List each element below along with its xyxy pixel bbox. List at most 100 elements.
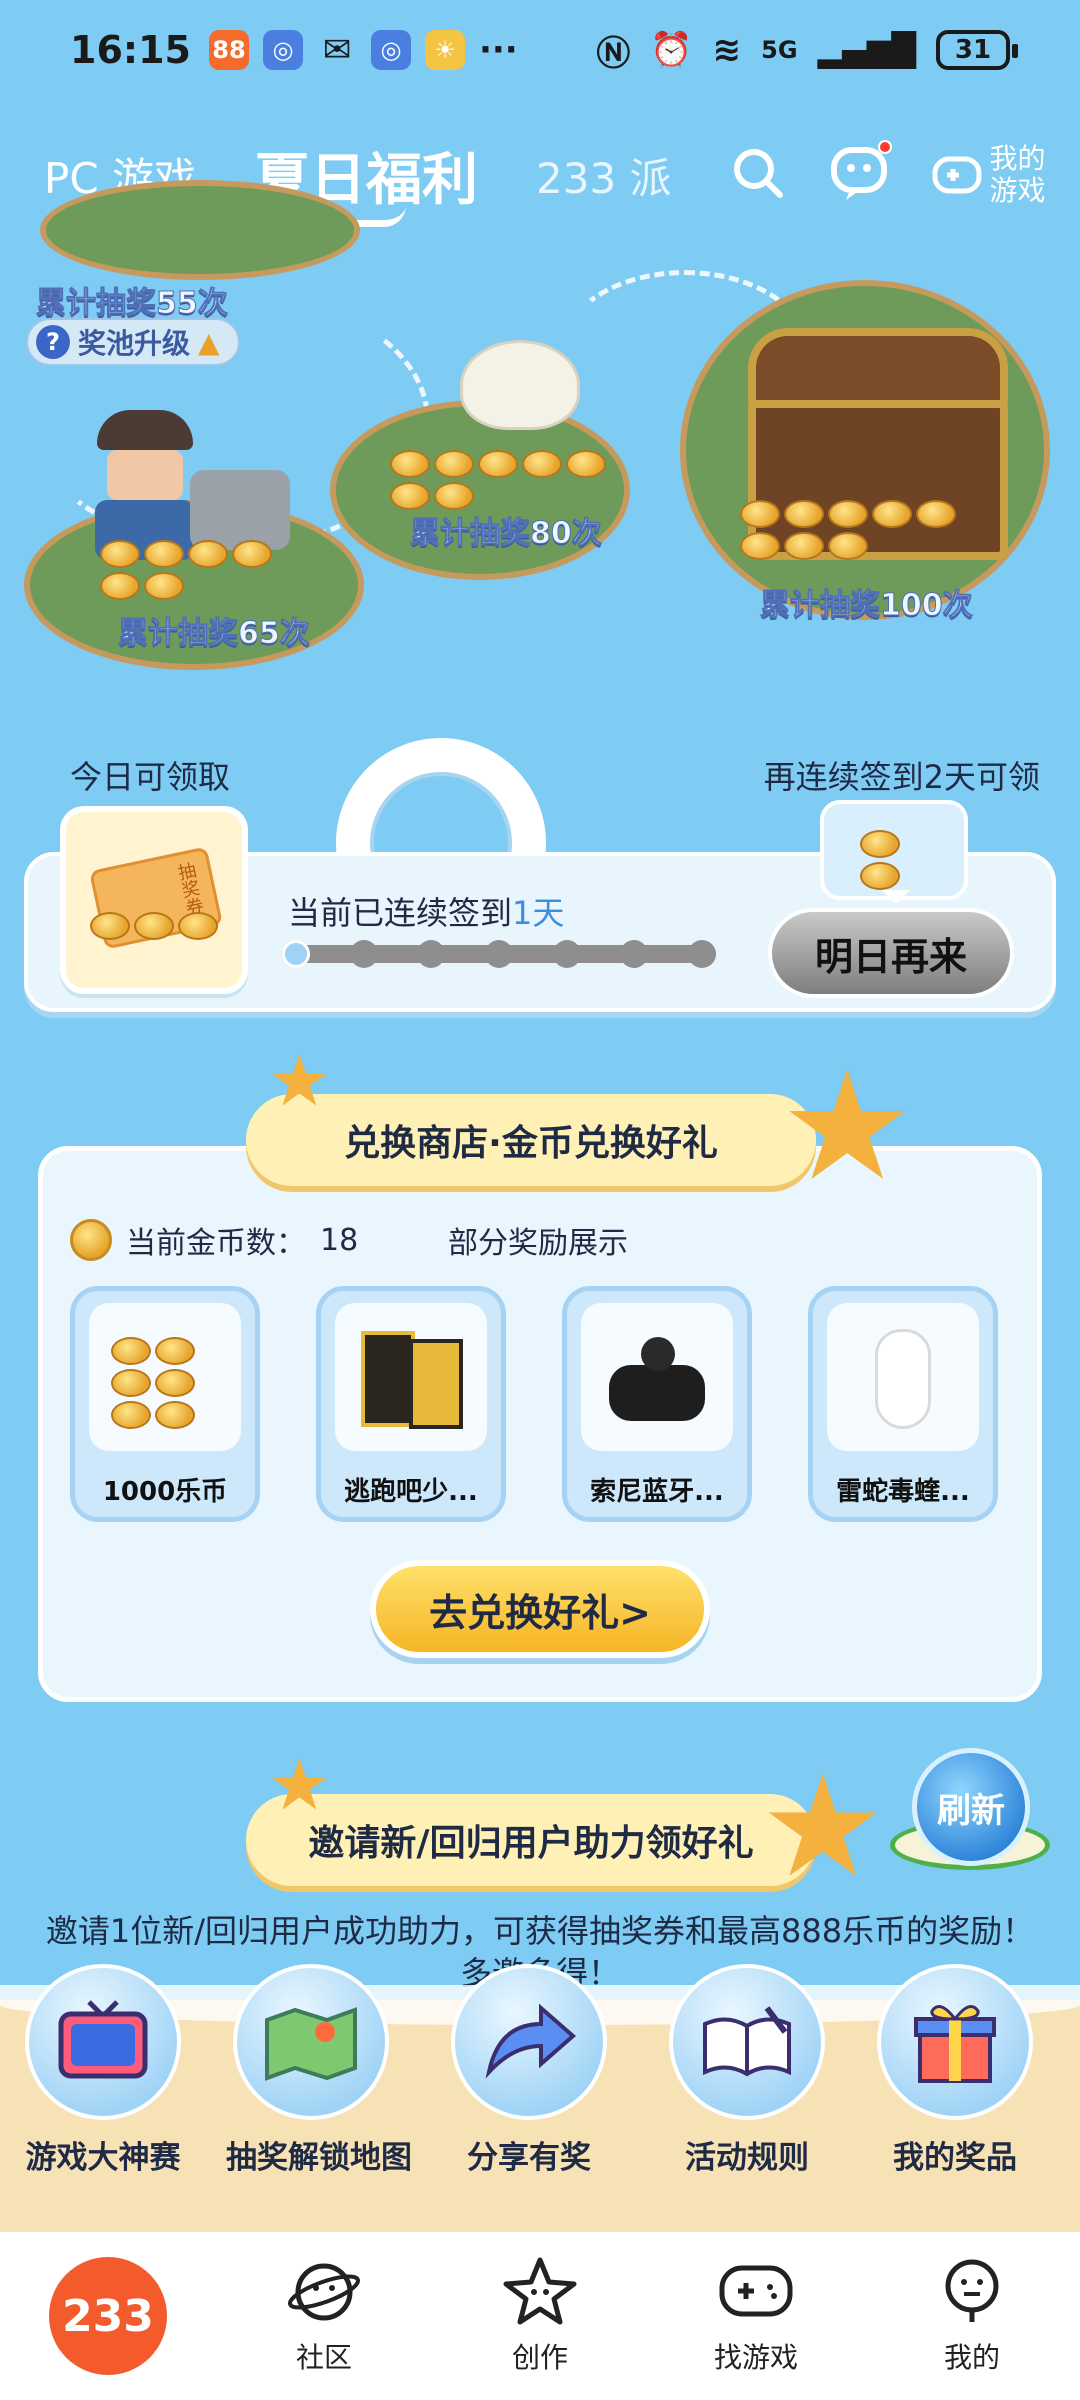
today-claimable-label: 今日可领取 (70, 758, 231, 796)
bottom-nav-me[interactable]: 我的 (864, 2256, 1080, 2376)
wifi-icon: ≋ (712, 30, 742, 70)
game-box-icon (335, 1303, 487, 1451)
go-exchange-button[interactable]: 去兑换好礼> (370, 1560, 710, 1658)
activity-game-master[interactable]: 游戏大神赛 (18, 1964, 188, 2177)
shop-title: 兑换商店·金币兑换好礼 (344, 1123, 718, 1164)
coin-pile-100 (740, 500, 970, 560)
coin-stack-icon (89, 1303, 241, 1451)
partial-rewards-label: 部分奖励展示 (448, 1226, 628, 1261)
bottom-nav-home[interactable]: 233 (0, 2257, 216, 2375)
map-icon (233, 1964, 389, 2120)
activity-label: 活动规则 (685, 2140, 809, 2176)
starfish-icon-large: ★ (780, 1040, 915, 1214)
coin-balance: 当前金币数： 18 (70, 1218, 358, 1262)
come-back-tomorrow-button[interactable]: 明日再来 (768, 908, 1014, 998)
invite-title: 邀请新/回归用户助力领好礼 (308, 1823, 754, 1864)
nfc-icon: Ⓝ (596, 33, 631, 74)
battery-level: 31 (954, 35, 992, 65)
refresh-button[interactable]: 刷新 (912, 1748, 1030, 1866)
coin-icon (70, 1219, 112, 1261)
activity-label: 抽奖解锁地图 (226, 2140, 412, 2176)
prize-card[interactable]: 1000乐币 (70, 1286, 260, 1522)
bottom-nav-create[interactable]: 创作 (432, 2256, 648, 2376)
prize-card[interactable]: 索尼蓝牙... (562, 1286, 752, 1522)
island-55[interactable] (40, 180, 360, 280)
person-face-icon (945, 2259, 999, 2322)
coin-pile-80 (390, 450, 610, 510)
book-icon (669, 1964, 825, 2120)
streak-days: 1天 (512, 894, 565, 932)
planet-face-icon (287, 2263, 361, 2321)
bottom-nav-label: 创作 (511, 2341, 568, 2374)
app-notification-icon: 88 (208, 30, 249, 70)
mascot-icon (460, 340, 580, 430)
coin-balance-value: 18 (320, 1222, 359, 1258)
browser-notification-icon: ◎ (262, 30, 303, 70)
progress-day-dot (485, 940, 513, 968)
milestone-label-65: 累计抽奖65次 (118, 616, 311, 652)
my-games-button[interactable]: 我的游戏 (932, 143, 1048, 207)
arrow-up-icon: ▲ (198, 325, 220, 359)
pool-upgrade-label: 奖池升级 (78, 327, 191, 360)
activity-unlock-map[interactable]: 抽奖解锁地图 (226, 1964, 412, 2177)
progress-day-dot (282, 940, 310, 968)
pool-upgrade-button[interactable]: ? 奖池升级 ▲ (26, 318, 240, 366)
gamepad-icon (719, 2265, 793, 2317)
prize-name: 逃跑吧少... (344, 1477, 478, 1507)
activity-rules[interactable]: 活动规则 (662, 1964, 832, 2177)
activity-label: 我的奖品 (893, 2140, 1017, 2176)
progress-day-dot (552, 940, 581, 968)
today-reward-box[interactable]: 抽奖券 (60, 806, 248, 994)
soldier-figure-icon (90, 410, 200, 560)
bottom-nav-label: 找游戏 (713, 2341, 798, 2374)
network-type: 5G (761, 36, 798, 64)
message-unread-dot (877, 140, 892, 154)
bottom-nav-find-games[interactable]: 找游戏 (648, 2256, 864, 2376)
tab-233-pai[interactable]: 233 派 (536, 145, 672, 206)
prize-name: 1000乐币 (102, 1477, 228, 1507)
ticket-label: 抽奖券 (173, 860, 206, 918)
activity-share[interactable]: 分享有奖 (444, 1964, 614, 2177)
next-reward-bubble (820, 800, 968, 904)
prize-card[interactable]: 逃跑吧少... (316, 1286, 506, 1522)
weather-icon: ☀ (424, 30, 465, 70)
more-notifications-icon: ··· (478, 30, 518, 70)
question-icon: ? (36, 325, 70, 359)
activity-label: 游戏大神赛 (25, 2140, 181, 2176)
233-logo-icon: 233 (49, 2257, 167, 2375)
progress-day-dot (688, 940, 716, 968)
milestone-label-55: 累计抽奖55次 (36, 286, 229, 322)
milestone-label-80: 累计抽奖80次 (410, 516, 603, 552)
streak-prefix: 当前已连续签到 (288, 894, 513, 932)
logo-text: 233 (62, 2290, 154, 2342)
prize-card[interactable]: 雷蛇毒蝰... (808, 1286, 998, 1522)
activity-my-prizes[interactable]: 我的奖品 (870, 1964, 1040, 2177)
shop-title-ribbon: 兑换商店·金币兑换好礼 (246, 1094, 816, 1186)
gamepad-plus-icon (932, 156, 982, 194)
status-bar: 16:15 88 ◎ ✉ ◎ ☀ ··· Ⓝ ⏰ ≋ 5G ▂▄▆█ 31 (0, 0, 1080, 100)
signal-icon: ▂▄▆█ (817, 31, 916, 69)
bottom-nav-label: 我的 (943, 2341, 1000, 2374)
prize-name: 索尼蓝牙... (590, 1477, 724, 1507)
earbuds-icon (581, 1303, 733, 1451)
my-games-label: 我的游戏 (989, 142, 1046, 207)
bottom-nav-label: 社区 (295, 2341, 352, 2374)
gift-icon (877, 1964, 1033, 2120)
bottom-nav-community[interactable]: 社区 (216, 2256, 432, 2376)
tv-icon (25, 1964, 181, 2120)
rock-icon (190, 470, 290, 550)
starfish-icon-small: ★ (268, 1744, 331, 1826)
bubble-coins (860, 830, 940, 890)
search-icon[interactable] (730, 145, 786, 205)
invite-title-ribbon: 邀请新/回归用户助力领好礼 (246, 1794, 816, 1886)
message-icon[interactable] (830, 140, 892, 206)
status-time: 16:15 (70, 28, 191, 72)
refresh-label: 刷新 (937, 1790, 1005, 1831)
milestone-label-100: 累计抽奖100次 (760, 588, 974, 624)
next-reward-label: 再连续签到2天可领 (763, 758, 1040, 796)
starfish-icon-large-2: ★ (760, 1746, 886, 1909)
progress-day-dot (349, 940, 378, 968)
share-icon (451, 1964, 607, 2120)
activity-label: 分享有奖 (467, 2140, 591, 2176)
lottery-map: 累计抽奖55次 ? 奖池升级 ▲ 累计抽奖65次 累计抽奖80次 累计抽奖100… (0, 180, 1080, 680)
